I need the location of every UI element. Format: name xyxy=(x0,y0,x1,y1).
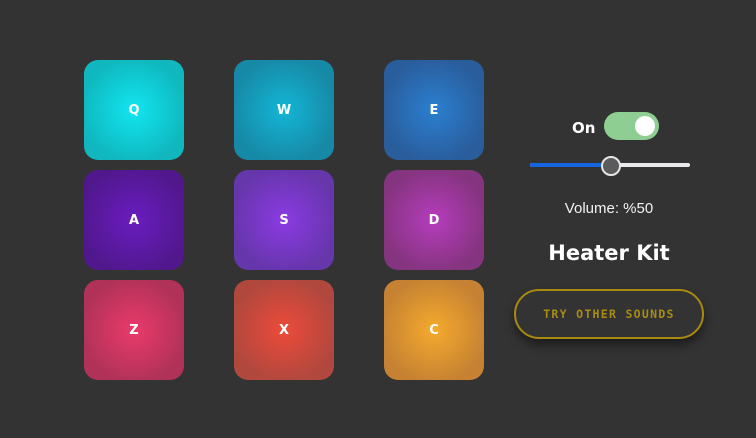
drum-pad-key-label: S xyxy=(279,212,289,228)
drum-pad-x[interactable]: X xyxy=(234,280,334,380)
drum-pad-q[interactable]: Q xyxy=(84,60,184,160)
drum-machine: Q W E A S D Z X C On Volume: %50 Heater Kit TRY … xyxy=(0,0,756,438)
drum-pad-z[interactable]: Z xyxy=(84,280,184,380)
drum-pad-key-label: Z xyxy=(129,322,139,338)
drum-pad-e[interactable]: E xyxy=(384,60,484,160)
drum-pad-grid: Q W E A S D Z X C xyxy=(84,60,484,380)
power-control: On xyxy=(514,112,704,142)
kit-name: Heater Kit xyxy=(548,241,670,265)
volume-slider[interactable] xyxy=(530,156,690,176)
try-other-sounds-button[interactable]: TRY OTHER SOUNDS xyxy=(514,289,704,339)
drum-pad-key-label: D xyxy=(428,212,440,228)
drum-pad-key-label: E xyxy=(429,102,439,118)
drum-pad-key-label: X xyxy=(278,322,290,338)
drum-pad-w[interactable]: W xyxy=(234,60,334,160)
power-toggle[interactable] xyxy=(604,112,659,140)
drum-pad-key-label: C xyxy=(429,322,439,338)
toggle-knob xyxy=(635,116,655,136)
drum-pad-key-label: A xyxy=(128,212,140,228)
volume-slider-fill xyxy=(530,163,610,167)
power-label: On xyxy=(572,119,596,137)
volume-readout: Volume: %50 xyxy=(564,200,654,217)
drum-pad-c[interactable]: C xyxy=(384,280,484,380)
drum-pad-key-label: W xyxy=(276,102,292,118)
drum-pad-d[interactable]: D xyxy=(384,170,484,270)
drum-pad-key-label: Q xyxy=(128,102,140,118)
volume-slider-thumb[interactable] xyxy=(601,156,621,176)
drum-pad-a[interactable]: A xyxy=(84,170,184,270)
drum-pad-s[interactable]: S xyxy=(234,170,334,270)
